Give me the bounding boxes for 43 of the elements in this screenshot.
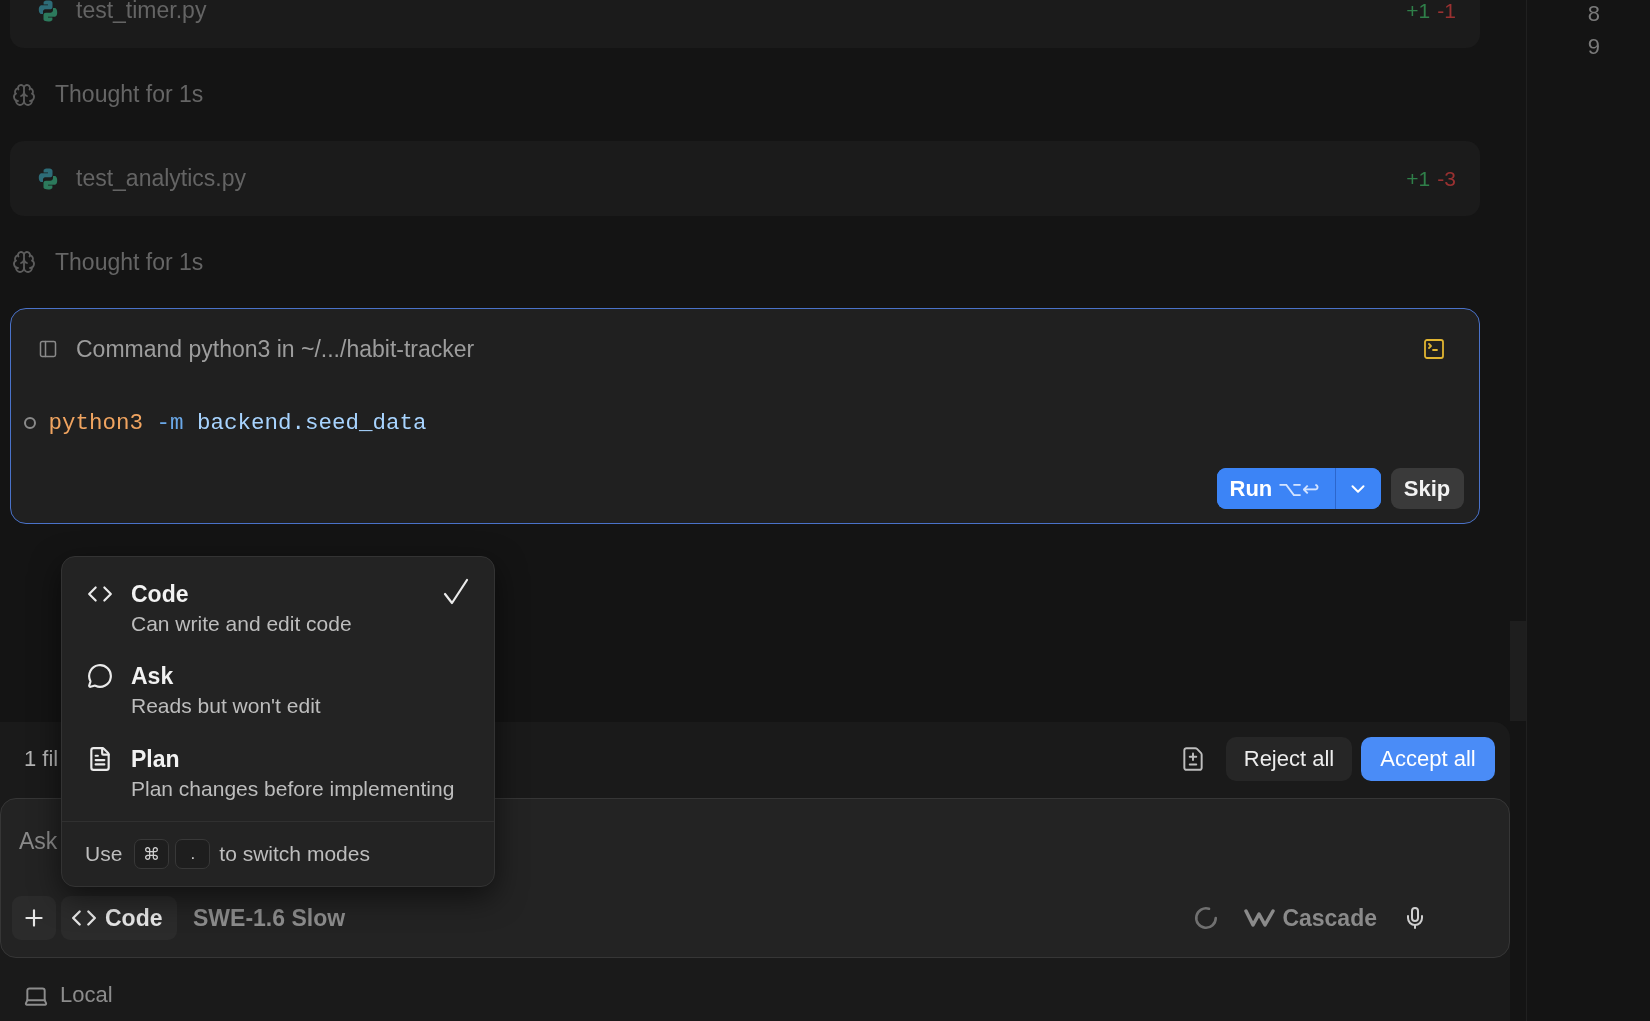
message-input[interactable]: Ask	[12, 826, 61, 856]
brain-icon	[12, 82, 36, 107]
added-count: +1	[1406, 166, 1431, 191]
file-card[interactable]: test_timer.py +1 -1	[10, 0, 1480, 48]
add-button[interactable]	[12, 896, 56, 940]
file-type-icon	[37, 167, 59, 190]
brain-icon	[12, 250, 36, 274]
changes-summary: 1 fil	[24, 746, 59, 772]
accept-all-button[interactable]: Accept all	[1361, 737, 1495, 781]
line-number: 8	[1587, 0, 1600, 28]
zigzag-icon	[1244, 907, 1277, 929]
removed-count: -3	[1437, 166, 1456, 191]
added-count: +1	[1406, 0, 1431, 23]
thought-label[interactable]: Thought for 1s	[55, 248, 204, 276]
status-ring-icon	[23, 417, 36, 429]
keyboard-key: ⌘	[134, 839, 170, 870]
hint-text: Use	[85, 842, 123, 867]
keyboard-key: .	[175, 839, 211, 870]
line-number: 9	[1587, 33, 1600, 61]
mode-option[interactable]: Code Can write and edit code	[62, 569, 494, 652]
command-line: python3 -m backend.seed_data	[48, 410, 427, 436]
thought-label[interactable]: Thought for 1s	[55, 81, 204, 108]
file-name: test_timer.py	[76, 0, 208, 24]
mode-option[interactable]: Plan Plan changes before implementing	[62, 733, 494, 817]
speech-bubble-icon	[87, 663, 113, 690]
mode-button[interactable]: Code	[61, 896, 177, 940]
reject-all-button[interactable]: Reject all	[1226, 737, 1352, 781]
skip-button[interactable]: Skip	[1390, 468, 1464, 509]
hint-text: to switch modes	[219, 842, 370, 867]
agent-button[interactable]: Cascade	[1244, 896, 1377, 940]
file-card[interactable]: test_analytics.py +1 -3	[10, 141, 1480, 216]
removed-count: -1	[1437, 0, 1456, 23]
panel-icon	[38, 339, 58, 359]
model-selector[interactable]: SWE-1.6 Slow	[193, 896, 346, 940]
terminal-icon[interactable]	[1422, 337, 1446, 361]
command-title: Command python3 in ~/.../habit-tracker	[76, 335, 476, 363]
mode-option[interactable]: Ask Reads but won't edit	[62, 651, 494, 734]
document-icon	[87, 745, 113, 772]
spinner-icon	[1193, 905, 1220, 931]
file-type-icon	[37, 0, 59, 22]
workspace-label[interactable]: Local	[60, 983, 113, 1007]
file-diff-icon[interactable]	[1180, 746, 1206, 772]
file-name: test_analytics.py	[76, 165, 248, 192]
